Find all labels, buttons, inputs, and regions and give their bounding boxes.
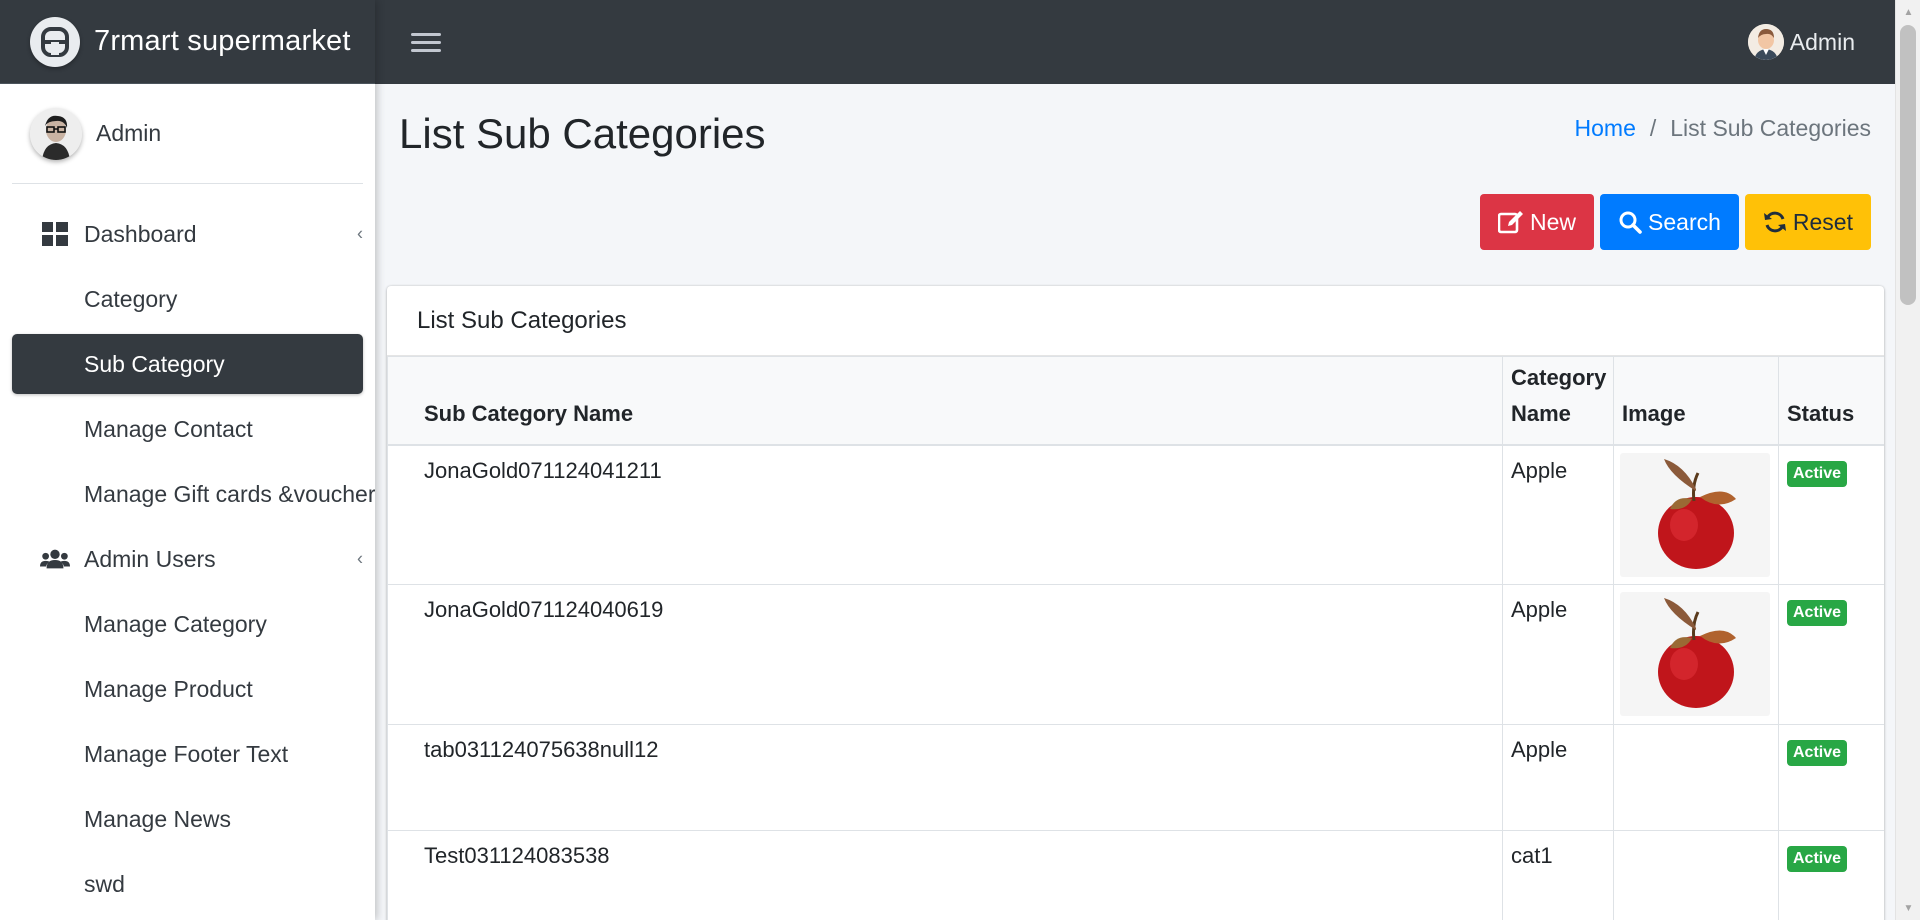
sidebar-item-label: Manage Footer Text	[84, 740, 289, 767]
search-button-label: Search	[1648, 208, 1721, 235]
sidebar-item-label: Manage Contact	[84, 415, 253, 442]
sidebar-item-manage-contact[interactable]: Manage Contact	[12, 399, 363, 459]
sidebar-item-label: swd	[84, 870, 125, 897]
sidebar-item-label: Manage Product	[84, 675, 253, 702]
status-cell: Active	[1778, 584, 1884, 725]
sub-categories-card: List Sub Categories Sub Category Name Ca…	[387, 286, 1884, 920]
sidebar-item-dashboard[interactable]: Dashboard ‹	[12, 204, 363, 264]
reset-button-label: Reset	[1792, 208, 1853, 235]
table-row: Test031124083538 cat1 Active	[387, 830, 1884, 920]
user-avatar	[30, 107, 82, 160]
top-navbar: Admin	[375, 0, 1895, 84]
sub-category-name-cell: JonaGold071124041211	[387, 444, 1503, 585]
brand-logo-icon	[30, 16, 80, 67]
image-cell	[1613, 584, 1779, 725]
new-button[interactable]: New	[1480, 194, 1595, 250]
menu-toggle-icon[interactable]	[411, 27, 441, 57]
scroll-down-icon[interactable]: ▼	[1896, 898, 1920, 918]
sidebar-item-manage-gift-cards[interactable]: Manage Gift cards &voucher	[12, 464, 375, 524]
image-cell	[1613, 830, 1779, 920]
status-badge: Active	[1787, 740, 1848, 766]
table-row: JonaGold071124041211 Apple Active	[387, 444, 1884, 585]
breadcrumb: Home / List Sub Categories	[1575, 115, 1871, 142]
sidebar-item-swd[interactable]: swd	[12, 854, 363, 914]
action-buttons: New Search Reset	[1480, 194, 1871, 250]
sub-category-name-cell: JonaGold071124040619	[387, 584, 1503, 725]
edit-icon	[1498, 211, 1524, 234]
sidebar-item-manage-footer-text[interactable]: Manage Footer Text	[12, 724, 363, 784]
sidebar-item-label: Manage Gift cards &voucher	[84, 480, 375, 507]
sidebar-nav: Dashboard ‹ Category Sub Category Manage…	[0, 184, 375, 914]
table-row: JonaGold071124040619 Apple Active	[387, 584, 1884, 725]
chevron-left-icon: ‹	[357, 223, 363, 244]
scrollbar-thumb[interactable]	[1900, 25, 1916, 305]
column-header-image[interactable]: Image	[1613, 356, 1779, 446]
image-cell	[1613, 444, 1779, 585]
card-title: List Sub Categories	[387, 286, 1884, 356]
category-name-cell: Apple	[1502, 584, 1614, 725]
apple-image	[1620, 592, 1770, 716]
chevron-left-icon: ‹	[357, 548, 363, 569]
sub-category-name-cell: Test031124083538	[387, 830, 1503, 920]
new-button-label: New	[1530, 208, 1577, 235]
status-cell: Active	[1778, 444, 1884, 585]
category-name-cell: Apple	[1502, 444, 1614, 585]
column-header-status[interactable]: Status	[1778, 356, 1884, 446]
column-header-category-name[interactable]: Category Name	[1502, 356, 1614, 446]
brand-name: 7rmart supermarket	[94, 25, 351, 57]
sidebar-item-admin-users[interactable]: Admin Users ‹	[12, 529, 363, 589]
dashboard-icon	[40, 219, 70, 249]
scroll-up-icon[interactable]: ▲	[1896, 2, 1920, 22]
sidebar-item-label: Category	[84, 285, 178, 312]
sidebar-item-label: Manage Category	[84, 610, 267, 637]
status-cell: Active	[1778, 724, 1884, 831]
main-content: List Sub Categories Home / List Sub Cate…	[375, 84, 1895, 920]
status-badge: Active	[1787, 846, 1848, 872]
page-title: List Sub Categories	[399, 110, 766, 157]
sub-categories-table: Sub Category Name Category Name Image St…	[387, 356, 1884, 920]
top-user-avatar	[1747, 24, 1784, 60]
sidebar: 7rmart supermarket Admin Dashboard ‹ Cat…	[0, 0, 375, 920]
status-badge: Active	[1787, 460, 1848, 487]
sidebar-item-sub-category[interactable]: Sub Category	[12, 334, 363, 394]
users-icon	[40, 544, 70, 574]
sidebar-item-manage-category[interactable]: Manage Category	[12, 594, 363, 654]
top-user-menu[interactable]: Admin	[1747, 0, 1855, 84]
reset-button[interactable]: Reset	[1744, 194, 1871, 250]
breadcrumb-home-link[interactable]: Home	[1575, 115, 1636, 142]
sidebar-item-label: Dashboard	[84, 220, 197, 247]
sidebar-item-label: Sub Category	[84, 350, 225, 377]
breadcrumb-current: List Sub Categories	[1670, 115, 1871, 141]
table-row: tab031124075638null12 Apple Active	[387, 724, 1884, 831]
category-name-cell: Apple	[1502, 724, 1614, 831]
category-name-cell: cat1	[1502, 830, 1614, 920]
sidebar-item-label: Admin Users	[84, 545, 216, 572]
column-header-sub-category-name[interactable]: Sub Category Name	[387, 356, 1503, 446]
status-badge: Active	[1787, 600, 1848, 626]
status-cell: Active	[1778, 830, 1884, 920]
image-cell	[1613, 724, 1779, 831]
top-user-name: Admin	[1789, 28, 1855, 55]
breadcrumb-separator: /	[1649, 115, 1657, 141]
brand-link[interactable]: 7rmart supermarket	[0, 0, 375, 84]
apple-image	[1620, 452, 1770, 577]
table-header-row: Sub Category Name Category Name Image St…	[387, 356, 1884, 446]
sidebar-user-name[interactable]: Admin	[96, 120, 161, 147]
sidebar-item-label: Manage News	[84, 805, 232, 832]
search-icon	[1619, 211, 1642, 234]
sidebar-item-manage-product[interactable]: Manage Product	[12, 659, 363, 719]
search-button[interactable]: Search	[1600, 194, 1739, 250]
page-scrollbar[interactable]: ▲ ▼	[1895, 0, 1920, 920]
sidebar-item-manage-news[interactable]: Manage News	[12, 789, 363, 849]
sub-category-name-cell: tab031124075638null12	[387, 724, 1503, 831]
sidebar-item-category[interactable]: Category	[12, 269, 363, 329]
user-panel[interactable]: Admin	[12, 84, 363, 184]
refresh-icon	[1763, 211, 1786, 233]
